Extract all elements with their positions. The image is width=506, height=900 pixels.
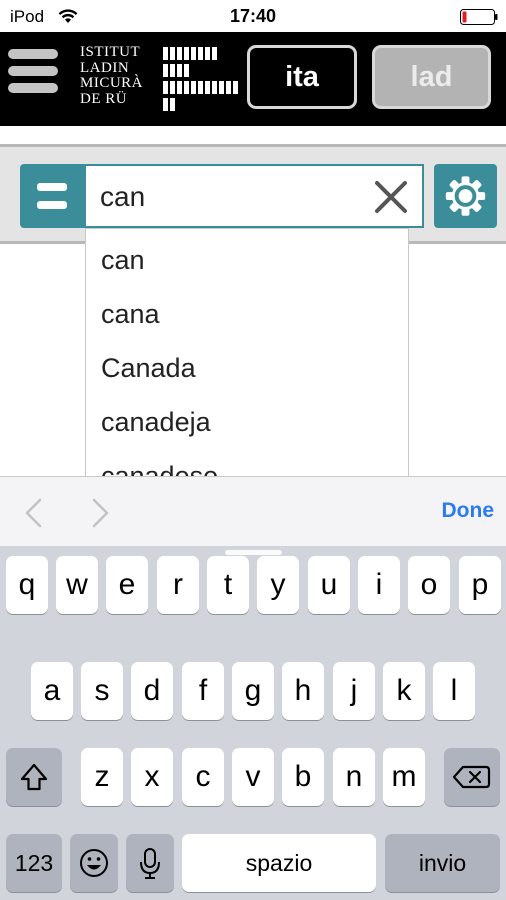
key-v[interactable]: v (232, 748, 274, 806)
shift-icon (20, 763, 48, 791)
key-j[interactable]: j (333, 662, 375, 720)
hamburger-icon[interactable] (8, 49, 60, 101)
key-z[interactable]: z (81, 748, 123, 806)
status-bar: iPod 17:40 (0, 0, 506, 32)
search-input[interactable] (100, 177, 360, 217)
battery-icon (460, 9, 498, 25)
backspace-key[interactable] (444, 748, 500, 806)
logo-line: ISTITUT (80, 44, 141, 60)
logo-line: LADIN (80, 59, 130, 76)
logo-line: DE RÜ (80, 90, 128, 107)
key-i[interactable]: i (358, 556, 400, 614)
key-k[interactable]: k (383, 662, 425, 720)
return-key[interactable]: invio (385, 834, 500, 892)
key-l[interactable]: l (433, 662, 475, 720)
search-options-button[interactable] (20, 164, 84, 228)
key-s[interactable]: s (81, 662, 123, 720)
lang-button-lad[interactable]: lad (372, 45, 491, 109)
logo-text: ISTITUT LADIN MICURÀ DE RÜ (80, 44, 144, 107)
chevron-left-icon[interactable] (22, 497, 46, 529)
app-header: ISTITUT LADIN MICURÀ DE RÜ ita lad (0, 32, 506, 126)
key-x[interactable]: x (131, 748, 173, 806)
autocomplete-item[interactable]: Canada (86, 337, 408, 391)
institute-logo: ISTITUT LADIN MICURÀ DE RÜ (80, 44, 240, 115)
logo-bars-graphic (163, 47, 238, 111)
key-o[interactable]: o (408, 556, 450, 614)
numbers-key[interactable]: 123 (6, 834, 62, 892)
autocomplete-item[interactable]: canadese (86, 445, 408, 477)
key-r[interactable]: r (157, 556, 199, 614)
key-y[interactable]: y (257, 556, 299, 614)
done-button[interactable]: Done (442, 499, 495, 523)
key-e[interactable]: e (106, 556, 148, 614)
space-key[interactable]: spazio (182, 834, 376, 892)
key-c[interactable]: c (182, 748, 224, 806)
autocomplete-item[interactable]: canadeja (86, 391, 408, 445)
key-f[interactable]: f (182, 662, 224, 720)
key-a[interactable]: a (31, 662, 73, 720)
settings-button[interactable] (434, 164, 497, 228)
search-field (84, 164, 424, 228)
key-d[interactable]: d (131, 662, 173, 720)
keyboard-handle (225, 550, 282, 555)
emoji-key[interactable] (70, 834, 118, 892)
key-u[interactable]: u (308, 556, 350, 614)
key-m[interactable]: m (383, 748, 425, 806)
microphone-icon (140, 848, 160, 879)
autocomplete-list: can cana Canada canadeja canadese (85, 228, 409, 478)
key-b[interactable]: b (282, 748, 324, 806)
keyboard-accessory-bar: Done (0, 476, 506, 546)
close-icon[interactable] (372, 178, 410, 216)
microphone-key[interactable] (126, 834, 174, 892)
lang-button-ita[interactable]: ita (247, 45, 357, 109)
backspace-icon (452, 765, 491, 789)
emoji-icon (80, 849, 108, 877)
autocomplete-item[interactable]: can (86, 229, 408, 283)
key-h[interactable]: h (282, 662, 324, 720)
autocomplete-item[interactable]: cana (86, 283, 408, 337)
key-q[interactable]: q (6, 556, 48, 614)
key-w[interactable]: w (56, 556, 98, 614)
key-n[interactable]: n (333, 748, 375, 806)
key-g[interactable]: g (232, 662, 274, 720)
chevron-right-icon[interactable] (88, 497, 112, 529)
key-t[interactable]: t (207, 556, 249, 614)
keyboard: q w e r t y u i o p a s d f g h j k l z … (0, 546, 506, 900)
shift-key[interactable] (6, 748, 62, 806)
status-time: 17:40 (229, 6, 277, 26)
logo-line: MICURÀ (80, 75, 144, 91)
gear-icon (445, 176, 486, 216)
key-p[interactable]: p (459, 556, 501, 614)
